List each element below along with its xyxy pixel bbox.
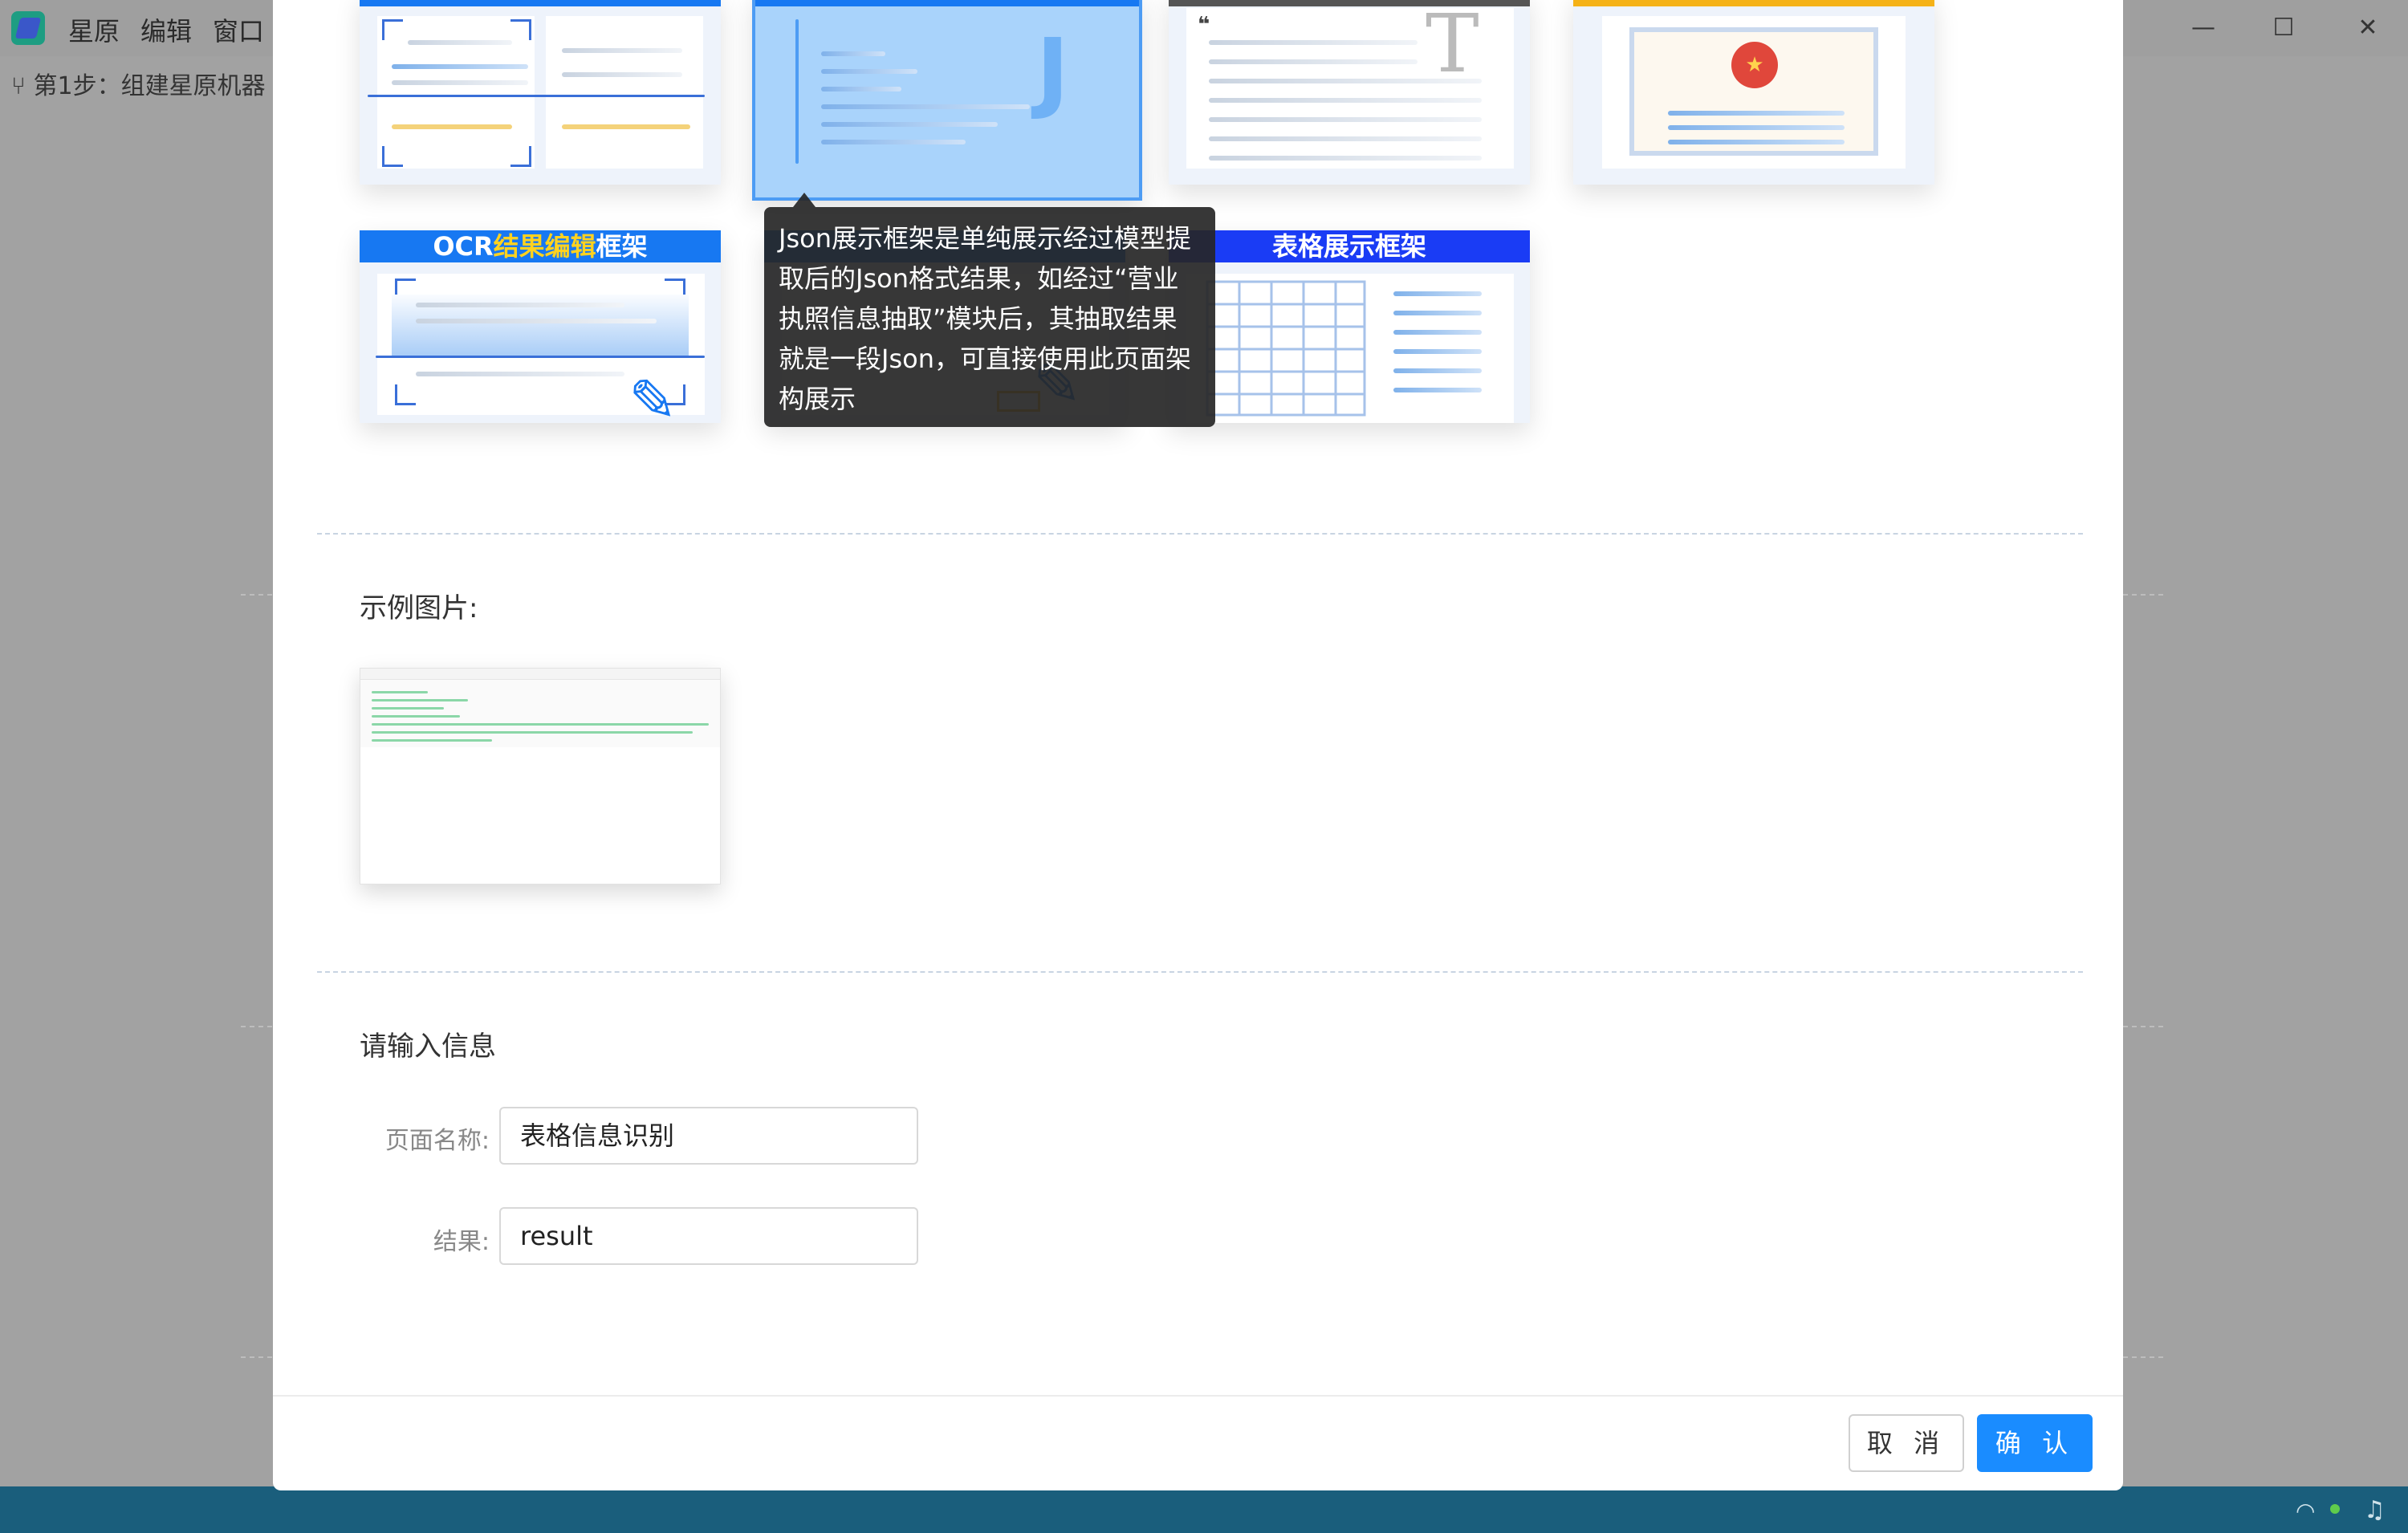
example-image-label: 示例图片: — [360, 592, 478, 624]
result-label: 结果: — [433, 1228, 490, 1256]
bg-connector — [2123, 594, 2163, 596]
tooltip-arrow — [793, 193, 816, 207]
card-header — [755, 0, 1139, 6]
json-letter-icon: J — [1036, 19, 1069, 122]
close-window-button[interactable]: ✕ — [2340, 8, 2396, 48]
frame-card-certificate[interactable]: ★ — [1573, 0, 1934, 185]
footer-divider — [273, 1395, 2123, 1397]
maximize-button[interactable]: ☐ — [2255, 8, 2312, 48]
bg-connector — [2123, 1356, 2163, 1358]
status-dot-icon — [2330, 1504, 2340, 1514]
frame-card-ocr-view[interactable] — [360, 0, 721, 185]
step-label: 第1步：组建星原机器 — [33, 72, 266, 100]
frame-card-ocr-edit[interactable]: OCR结果编辑框架 ✎ — [360, 230, 721, 423]
card-header — [1573, 0, 1934, 6]
menu-window[interactable]: 窗口 — [213, 11, 264, 48]
cancel-button[interactable]: 取 消 — [1849, 1414, 1964, 1472]
json-frame-tooltip: Json展示框架是单纯展示经过模型提取后的Json格式结果，如经过“营业执照信息… — [764, 207, 1215, 427]
page-name-label: 页面名称: — [384, 1127, 490, 1155]
card-header — [360, 0, 721, 6]
frame-card-table[interactable]: 表格展示框架 — [1169, 230, 1530, 423]
input-section-title: 请输入信息 — [360, 1031, 496, 1063]
frame-card-text[interactable]: ❝ T — [1169, 0, 1530, 185]
frame-card-json-selected[interactable]: J — [752, 0, 1142, 201]
branch-icon: ⑂ — [11, 72, 26, 100]
taskbar: ◠ ♫ — [0, 1486, 2408, 1533]
card-header: OCR结果编辑框架 — [360, 230, 721, 262]
menu-edit[interactable]: 编辑 — [140, 11, 192, 48]
pencil-icon: ✎ — [628, 367, 677, 423]
table-grid-graphic — [1206, 280, 1366, 417]
bg-connector — [2123, 1026, 2163, 1027]
result-input[interactable]: result — [499, 1207, 918, 1265]
app-logo — [11, 11, 45, 45]
wifi-icon[interactable]: ◠ — [2296, 1498, 2315, 1524]
page-name-input[interactable]: 表格信息识别 — [499, 1107, 918, 1165]
bell-icon[interactable]: ♫ — [2364, 1496, 2386, 1524]
minimize-button[interactable]: — — [2175, 8, 2231, 48]
menu-xingyuan[interactable]: 星原 — [68, 11, 120, 48]
section-divider — [317, 971, 2083, 973]
quote-icon: ❝ — [1198, 13, 1210, 37]
text-letter-icon: T — [1426, 0, 1479, 91]
emblem-icon: ★ — [1731, 42, 1778, 88]
step-breadcrumb: ⑂ 第1步：组建星原机器 — [11, 66, 266, 101]
example-image[interactable] — [360, 668, 721, 884]
card-header: 表格展示框架 — [1169, 230, 1530, 262]
confirm-button[interactable]: 确 认 — [1977, 1414, 2093, 1472]
section-divider — [317, 533, 2083, 535]
